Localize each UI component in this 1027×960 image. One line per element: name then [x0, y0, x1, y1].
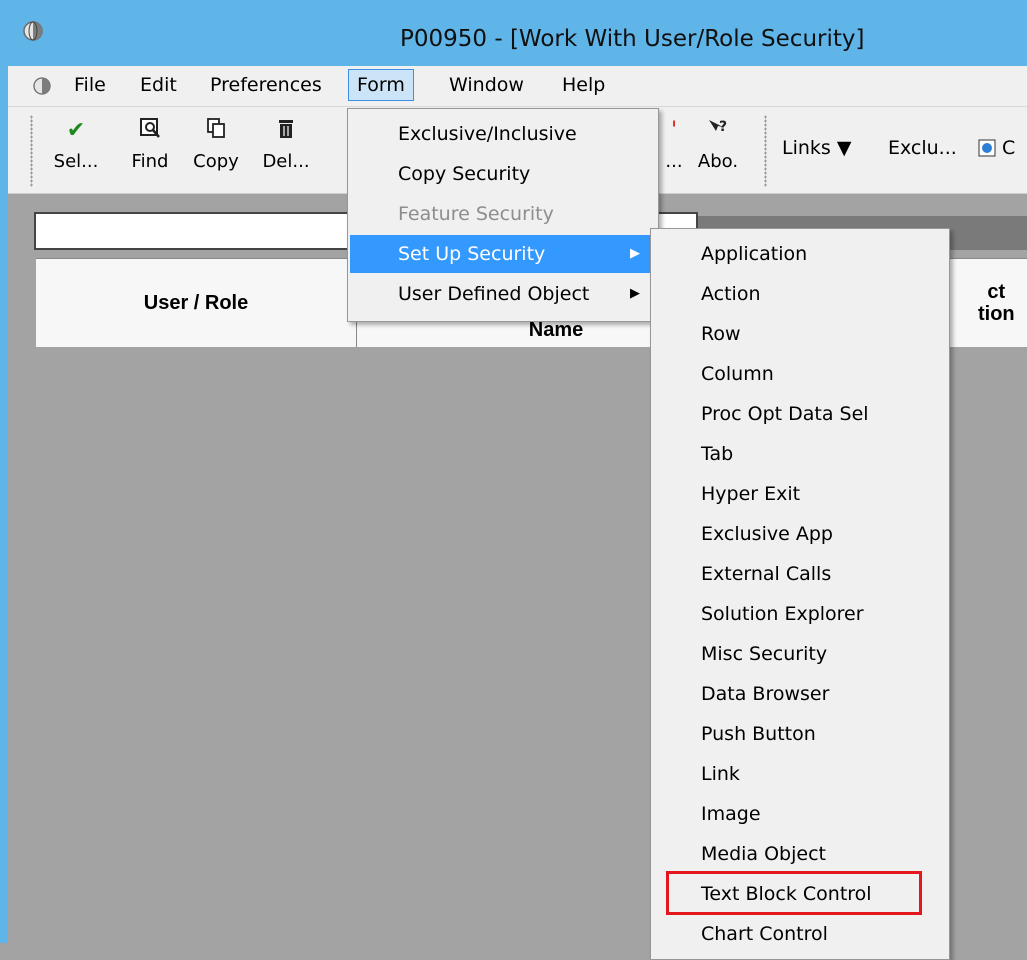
security-submenu: Application Action Row Column Proc Opt D…	[650, 228, 950, 960]
app-globe-icon[interactable]	[22, 20, 44, 42]
submenu-item-image[interactable]: Image	[653, 795, 947, 833]
about-icon: ?	[688, 117, 748, 145]
find-button[interactable]: Find	[120, 117, 180, 187]
links-dropdown[interactable]: Links ▼	[782, 137, 851, 159]
submenu-item-push-button[interactable]: Push Button	[653, 715, 947, 753]
form-menu: Exclusive/Inclusive Copy Security Featur…	[347, 108, 659, 322]
submenu-item-row[interactable]: Row	[653, 315, 947, 353]
toolbar-grip-2[interactable]	[764, 115, 767, 187]
menu-window[interactable]: Window	[441, 70, 532, 100]
submenu-item-link[interactable]: Link	[653, 755, 947, 793]
submenu-item-chart-control[interactable]: Chart Control	[653, 915, 947, 953]
submenu-item-solution-explorer[interactable]: Solution Explorer	[653, 595, 947, 633]
submenu-item-action[interactable]: Action	[653, 275, 947, 313]
menu-preferences[interactable]: Preferences	[202, 70, 330, 100]
window-title: P00950 - [Work With User/Role Security]	[400, 26, 865, 52]
trailing-button[interactable]: C	[978, 137, 1015, 159]
exclu-button[interactable]: Exclu...	[888, 137, 957, 159]
menu-item-exclusive-inclusive[interactable]: Exclusive/Inclusive	[350, 115, 656, 153]
submenu-item-external-calls[interactable]: External Calls	[653, 555, 947, 593]
dropdown-arrow-icon: ▼	[836, 137, 852, 159]
toolbar-grip[interactable]	[30, 115, 33, 187]
menu-item-feature-security[interactable]: Feature Security	[350, 195, 656, 233]
title-bar: P00950 - [Work With User/Role Security]	[0, 0, 1027, 66]
column-user-role[interactable]: User / Role	[36, 259, 357, 347]
emphasis-highlight-box	[666, 871, 922, 915]
submenu-item-media-object[interactable]: Media Object	[653, 835, 947, 873]
about-button[interactable]: ? Abo.	[688, 117, 748, 187]
menu-form[interactable]: Form	[348, 69, 414, 101]
svg-text:?: ?	[719, 119, 727, 135]
document-globe-icon[interactable]	[32, 76, 52, 96]
submenu-item-application[interactable]: Application	[653, 235, 947, 273]
find-icon	[120, 117, 180, 145]
submenu-item-proc-opt-data-sel[interactable]: Proc Opt Data Sel	[653, 395, 947, 433]
menu-item-copy-security[interactable]: Copy Security	[350, 155, 656, 193]
submenu-item-misc-security[interactable]: Misc Security	[653, 635, 947, 673]
submenu-item-exclusive-app[interactable]: Exclusive App	[653, 515, 947, 553]
copy-icon	[186, 117, 246, 145]
submenu-arrow-icon: ▶	[630, 246, 640, 261]
menu-file[interactable]: File	[66, 70, 114, 100]
submenu-item-data-browser[interactable]: Data Browser	[653, 675, 947, 713]
menu-edit[interactable]: Edit	[132, 70, 185, 100]
page-globe-icon	[978, 139, 996, 157]
select-button[interactable]: ✔ Sel...	[46, 117, 106, 187]
window-frame	[0, 0, 8, 943]
submenu-arrow-icon: ▶	[630, 286, 640, 301]
submenu-item-column[interactable]: Column	[653, 355, 947, 393]
copy-button[interactable]: Copy	[186, 117, 246, 187]
checkmark-icon: ✔	[66, 118, 86, 143]
delete-button[interactable]: Del...	[256, 117, 316, 187]
menu-item-set-up-security[interactable]: Set Up Security ▶	[350, 235, 656, 273]
submenu-item-hyper-exit[interactable]: Hyper Exit	[653, 475, 947, 513]
menu-help[interactable]: Help	[554, 70, 613, 100]
menu-bar: File Edit Preferences Form Window Help	[8, 66, 1027, 107]
submenu-item-tab[interactable]: Tab	[653, 435, 947, 473]
trash-icon	[256, 117, 316, 145]
menu-item-user-defined-object[interactable]: User Defined Object ▶	[350, 275, 656, 313]
